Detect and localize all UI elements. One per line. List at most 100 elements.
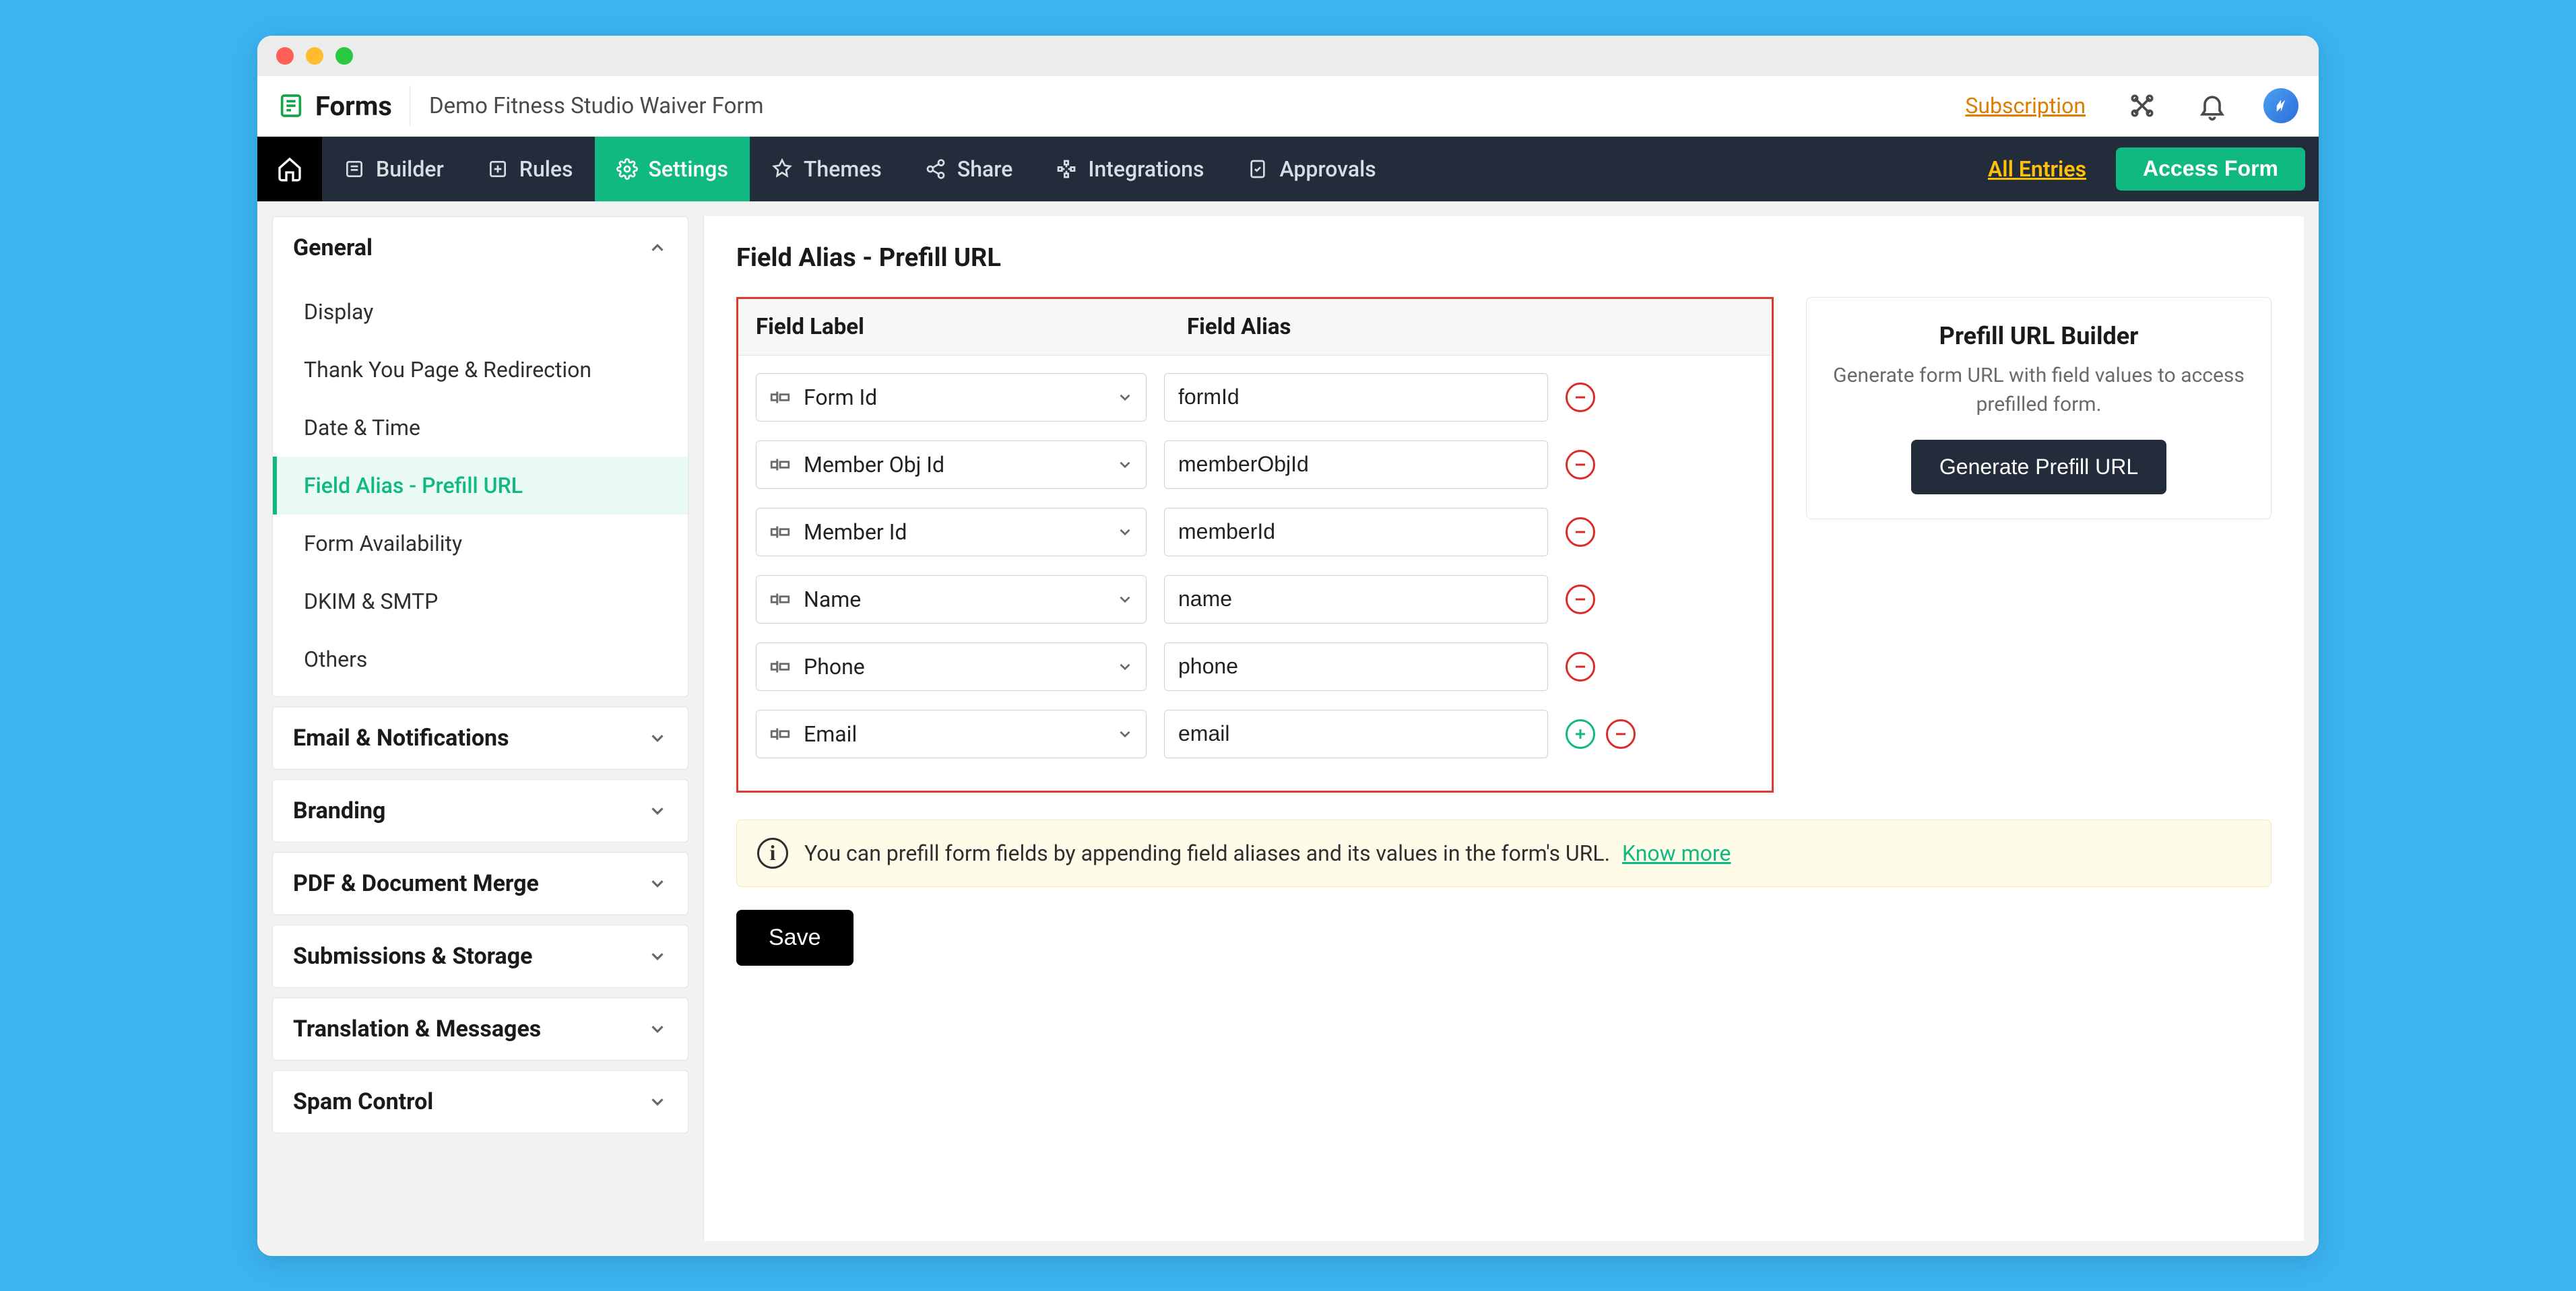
app-logo[interactable]: Forms <box>278 86 410 126</box>
side-title-translation: Translation & Messages <box>293 1016 541 1042</box>
nav-settings[interactable]: Settings <box>595 137 750 201</box>
field-alias-input[interactable] <box>1164 575 1548 624</box>
nav-themes[interactable]: Themes <box>750 137 903 201</box>
chevron-down-icon <box>1116 591 1134 608</box>
side-head-submissions[interactable]: Submissions & Storage <box>273 925 688 987</box>
field-label-value: Phone <box>804 654 1104 680</box>
app-window: Forms Demo Fitness Studio Waiver Form Su… <box>257 36 2319 1256</box>
text-field-icon <box>769 723 792 746</box>
nav-rules[interactable]: Rules <box>465 137 595 201</box>
sidebar-item[interactable]: Display <box>273 283 688 341</box>
side-title-email: Email & Notifications <box>293 725 509 752</box>
text-field-icon <box>769 521 792 543</box>
access-form-button[interactable]: Access Form <box>2116 147 2305 191</box>
side-head-email[interactable]: Email & Notifications <box>273 707 688 769</box>
side-section-spam: Spam Control <box>272 1070 688 1133</box>
tools-icon[interactable] <box>2127 91 2157 121</box>
main-nav: Builder Rules Settings Themes Share Inte… <box>257 137 2319 201</box>
field-label-select[interactable]: Form Id <box>756 373 1147 422</box>
remove-row-button[interactable] <box>1566 383 1595 412</box>
sidebar-item[interactable]: DKIM & SMTP <box>273 572 688 630</box>
save-button[interactable]: Save <box>736 910 854 966</box>
sidebar-item[interactable]: Field Alias - Prefill URL <box>273 457 688 515</box>
page-title: Field Alias - Prefill URL <box>736 243 2272 273</box>
brand-badge-icon[interactable] <box>2263 88 2298 123</box>
chevron-down-icon <box>647 801 668 821</box>
all-entries-link[interactable]: All Entries <box>1964 137 2111 201</box>
side-section-translation: Translation & Messages <box>272 997 688 1061</box>
remove-row-button[interactable] <box>1566 450 1595 479</box>
col-header-alias: Field Alias <box>1187 314 1754 340</box>
add-row-button[interactable] <box>1566 719 1595 749</box>
main-content: Field Alias - Prefill URL Field Label Fi… <box>703 216 2304 1241</box>
chevron-up-icon <box>647 238 668 258</box>
sidebar-item[interactable]: Thank You Page & Redirection <box>273 341 688 399</box>
col-header-label: Field Label <box>756 314 1187 340</box>
nav-approvals[interactable]: Approvals <box>1225 137 1397 201</box>
field-alias-input[interactable] <box>1164 373 1548 422</box>
field-label-select[interactable]: Member Obj Id <box>756 440 1147 489</box>
info-banner: i You can prefill form fields by appendi… <box>736 820 2272 887</box>
bell-icon[interactable] <box>2197 91 2227 121</box>
side-title-general: General <box>293 234 373 261</box>
alias-row: Member Id <box>756 508 1754 556</box>
window-minimize-dot[interactable] <box>306 47 323 65</box>
nav-home[interactable] <box>257 137 322 201</box>
side-title-branding: Branding <box>293 797 385 824</box>
text-field-icon <box>769 386 792 409</box>
subscription-link[interactable]: Subscription <box>1965 93 2086 119</box>
alias-table-header: Field Label Field Alias <box>738 299 1772 356</box>
field-alias-input[interactable] <box>1164 508 1548 556</box>
prefill-panel: Prefill URL Builder Generate form URL wi… <box>1806 297 2272 519</box>
remove-row-button[interactable] <box>1606 719 1636 749</box>
nav-share-label: Share <box>957 156 1013 182</box>
form-name: Demo Fitness Studio Waiver Form <box>429 93 764 119</box>
chevron-down-icon <box>1116 725 1134 743</box>
window-close-dot[interactable] <box>276 47 294 65</box>
nav-themes-label: Themes <box>804 156 882 182</box>
nav-integrations[interactable]: Integrations <box>1034 137 1225 201</box>
generate-prefill-url-button[interactable]: Generate Prefill URL <box>1911 440 2166 494</box>
field-alias-input[interactable] <box>1164 440 1548 489</box>
remove-row-button[interactable] <box>1566 652 1595 682</box>
side-head-translation[interactable]: Translation & Messages <box>273 998 688 1060</box>
sidebar-item[interactable]: Form Availability <box>273 515 688 572</box>
field-label-value: Member Id <box>804 519 1104 545</box>
field-label-select[interactable]: Email <box>756 710 1147 758</box>
remove-row-button[interactable] <box>1566 517 1595 547</box>
side-head-general[interactable]: General <box>273 217 688 279</box>
prefill-title: Prefill URL Builder <box>1827 322 2251 350</box>
nav-share[interactable]: Share <box>903 137 1035 201</box>
side-head-pdf[interactable]: PDF & Document Merge <box>273 853 688 915</box>
app-body: General DisplayThank You Page & Redirect… <box>257 201 2319 1256</box>
window-zoom-dot[interactable] <box>335 47 353 65</box>
info-msg: You can prefill form fields by appending… <box>804 840 1610 866</box>
side-head-spam[interactable]: Spam Control <box>273 1071 688 1133</box>
field-alias-input[interactable] <box>1164 642 1548 691</box>
chevron-down-icon <box>647 946 668 966</box>
nav-builder[interactable]: Builder <box>322 137 465 201</box>
sidebar-item[interactable]: Others <box>273 630 688 688</box>
side-title-pdf: PDF & Document Merge <box>293 870 539 897</box>
know-more-link[interactable]: Know more <box>1622 840 1731 866</box>
side-section-general: General DisplayThank You Page & Redirect… <box>272 216 688 697</box>
side-title-submissions: Submissions & Storage <box>293 943 533 970</box>
field-label-select[interactable]: Member Id <box>756 508 1147 556</box>
side-section-email: Email & Notifications <box>272 706 688 770</box>
sidebar-item[interactable]: Date & Time <box>273 399 688 457</box>
field-label-select[interactable]: Name <box>756 575 1147 624</box>
app-header: Forms Demo Fitness Studio Waiver Form Su… <box>257 76 2319 137</box>
field-label-value: Form Id <box>804 385 1104 410</box>
side-head-branding[interactable]: Branding <box>273 780 688 842</box>
alias-row: Email <box>756 710 1754 758</box>
field-alias-input[interactable] <box>1164 710 1548 758</box>
side-section-submissions: Submissions & Storage <box>272 925 688 988</box>
info-text: You can prefill form fields by appending… <box>804 840 1731 866</box>
chevron-down-icon <box>1116 389 1134 406</box>
remove-row-button[interactable] <box>1566 585 1595 614</box>
info-icon: i <box>757 838 788 869</box>
alias-row: Member Obj Id <box>756 440 1754 489</box>
field-label-select[interactable]: Phone <box>756 642 1147 691</box>
settings-sidebar: General DisplayThank You Page & Redirect… <box>257 201 688 1256</box>
nav-settings-label: Settings <box>649 156 728 182</box>
